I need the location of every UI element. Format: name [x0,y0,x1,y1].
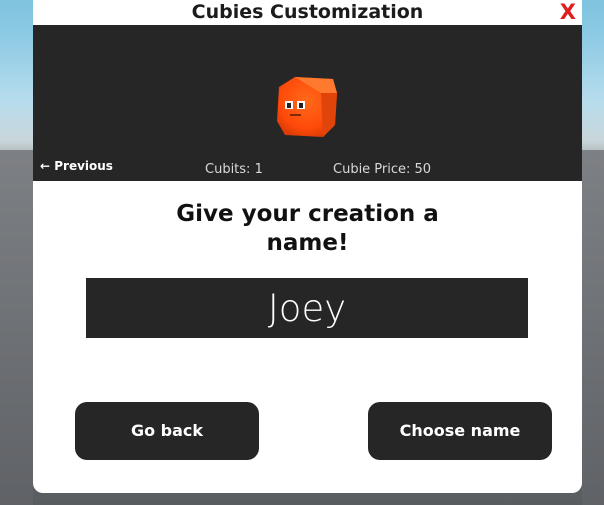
background-right [582,150,604,505]
title-bar: Cubies Customization X [33,0,582,25]
name-prompt: Give your creation a name! [133,200,482,258]
creation-name-input[interactable] [86,278,528,338]
customization-window: Cubies Customization X ← Previous Cubits… [33,0,582,493]
prompt-line-1: Give your creation a [176,201,439,227]
window-title: Cubies Customization [191,1,424,23]
close-button[interactable]: X [560,0,576,25]
go-back-button[interactable]: Go back [75,402,259,460]
cube-preview-panel: ← Previous Cubits: 1 Cubie Price: 50 [33,25,582,181]
prompt-line-2: name! [266,230,349,256]
previous-button[interactable]: ← Previous [40,159,113,173]
cubits-count: Cubits: 1 [205,162,263,177]
background-left [0,150,33,505]
cubie-price: Cubie Price: 50 [333,162,432,177]
cube-character-icon [271,71,343,143]
choose-name-button[interactable]: Choose name [368,402,552,460]
